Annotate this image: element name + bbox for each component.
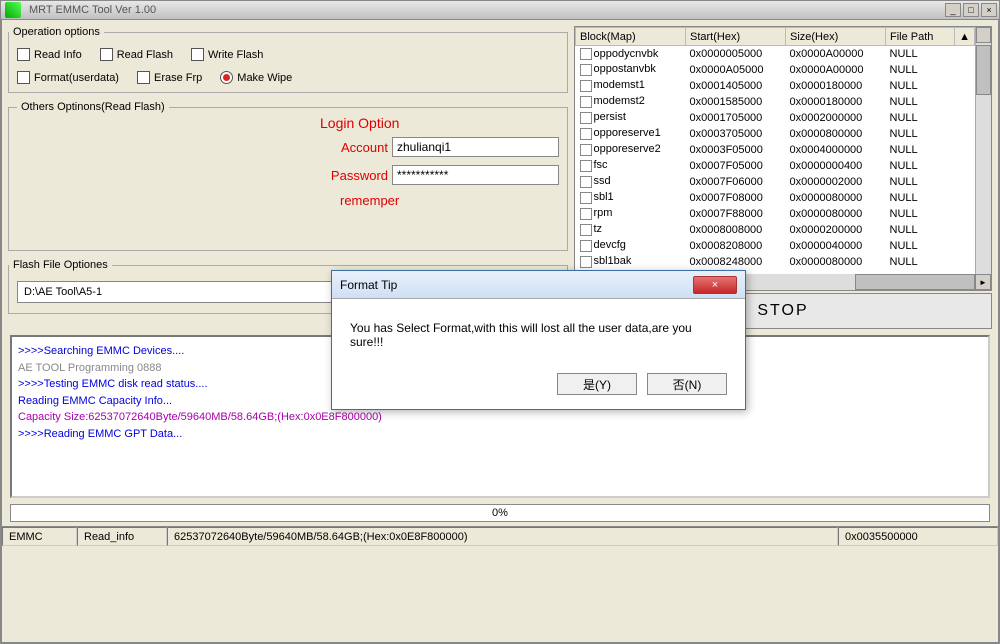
dialog-no-button[interactable]: 否(N)	[647, 373, 727, 395]
table-row[interactable]: sbl1bak0x00082480000x0000080000NULL	[576, 254, 975, 270]
row-checkbox[interactable]	[580, 256, 592, 268]
remember-label[interactable]: rememper	[340, 193, 399, 208]
others-options-legend: Others Optinons(Read Flash)	[17, 101, 169, 113]
hscroll-thumb[interactable]	[855, 274, 975, 290]
dialog-title: Format Tip	[340, 278, 693, 292]
col-path[interactable]: File Path	[886, 28, 955, 46]
read-flash-checkbox[interactable]: Read Flash	[100, 48, 173, 61]
table-row[interactable]: sbl10x0007F080000x0000080000NULL	[576, 190, 975, 206]
close-button[interactable]: ×	[981, 3, 997, 17]
window-title: MRT EMMC Tool Ver 1.00	[25, 4, 945, 16]
dialog-close-button[interactable]: ×	[693, 276, 737, 294]
password-label: Password	[320, 168, 392, 183]
dialog-titlebar[interactable]: Format Tip ×	[332, 271, 745, 299]
progress-text: 0%	[492, 507, 508, 519]
password-input[interactable]	[392, 165, 559, 185]
table-row[interactable]: oppostanvbk0x0000A050000x0000A00000NULL	[576, 62, 975, 78]
operation-options-legend: Operation options	[9, 26, 104, 38]
row-checkbox[interactable]	[580, 160, 592, 172]
dialog-yes-button[interactable]: 是(Y)	[557, 373, 637, 395]
minimize-button[interactable]: _	[945, 3, 961, 17]
account-label: Account	[320, 140, 392, 155]
row-checkbox[interactable]	[580, 240, 592, 252]
col-block[interactable]: Block(Map)	[576, 28, 686, 46]
partition-table: Block(Map) Start(Hex) Size(Hex) File Pat…	[574, 26, 992, 291]
table-row[interactable]: rpm0x0007F880000x0000080000NULL	[576, 206, 975, 222]
table-row[interactable]: fsc0x0007F050000x0000000400NULL	[576, 158, 975, 174]
table-row[interactable]: ssd0x0007F060000x0000002000NULL	[576, 174, 975, 190]
row-checkbox[interactable]	[580, 48, 592, 60]
write-flash-checkbox[interactable]: Write Flash	[191, 48, 263, 61]
format-dialog: Format Tip × You has Select Format,with …	[331, 270, 746, 410]
status-capacity: 62537072640Byte/59640MB/58.64GB;(Hex:0x0…	[167, 527, 838, 546]
table-row[interactable]: modemst20x00015850000x0000180000NULL	[576, 94, 975, 110]
scroll-right-button[interactable]: ►	[975, 274, 991, 290]
scroll-thumb[interactable]	[976, 45, 991, 95]
col-size[interactable]: Size(Hex)	[786, 28, 886, 46]
maximize-button[interactable]: □	[963, 3, 979, 17]
row-checkbox[interactable]	[580, 144, 592, 156]
status-hex: 0x0035500000	[838, 527, 998, 546]
scroll-up-button[interactable]	[976, 27, 991, 43]
erase-frp-checkbox[interactable]: Erase Frp	[137, 71, 202, 84]
make-wipe-radio[interactable]: Make Wipe	[220, 71, 292, 84]
progress-bar: 0%	[10, 504, 990, 522]
app-icon	[5, 2, 21, 18]
others-options-group: Others Optinons(Read Flash) Login Option…	[8, 101, 568, 251]
table-row[interactable]: tz0x00080080000x0000200000NULL	[576, 222, 975, 238]
row-checkbox[interactable]	[580, 64, 592, 76]
login-title: Login Option	[320, 115, 559, 131]
vertical-scrollbar[interactable]: ▼	[975, 27, 991, 290]
row-checkbox[interactable]	[580, 96, 592, 108]
table-row[interactable]: opporeserve10x00037050000x0000800000NULL	[576, 126, 975, 142]
row-checkbox[interactable]	[580, 224, 592, 236]
account-input[interactable]	[392, 137, 559, 157]
flash-file-legend: Flash File Optiones	[9, 259, 112, 271]
format-checkbox[interactable]: Format(userdata)	[17, 71, 119, 84]
row-checkbox[interactable]	[580, 192, 592, 204]
row-checkbox[interactable]	[580, 208, 592, 220]
table-row[interactable]: modemst10x00014050000x0000180000NULL	[576, 78, 975, 94]
col-start[interactable]: Start(Hex)	[686, 28, 786, 46]
titlebar: MRT EMMC Tool Ver 1.00 _ □ ×	[0, 0, 1000, 20]
status-mode: EMMC	[2, 527, 77, 546]
status-op: Read_info	[77, 527, 167, 546]
table-row[interactable]: opporeserve20x0003F050000x0004000000NULL	[576, 142, 975, 158]
operation-options-group: Operation options Read Info Read Flash W…	[8, 26, 568, 93]
row-checkbox[interactable]	[580, 80, 592, 92]
table-row[interactable]: devcfg0x00082080000x0000040000NULL	[576, 238, 975, 254]
table-row[interactable]: persist0x00017050000x0002000000NULL	[576, 110, 975, 126]
row-checkbox[interactable]	[580, 112, 592, 124]
login-panel: Login Option Account Password rememper	[312, 111, 567, 220]
read-info-checkbox[interactable]: Read Info	[17, 48, 82, 61]
statusbar: EMMC Read_info 62537072640Byte/59640MB/5…	[2, 526, 998, 546]
row-checkbox[interactable]	[580, 128, 592, 140]
col-scroll-up[interactable]: ▲	[955, 28, 975, 46]
row-checkbox[interactable]	[580, 176, 592, 188]
table-row[interactable]: oppodycnvbk0x00000050000x0000A00000NULL	[576, 46, 975, 62]
dialog-message: You has Select Format,with this will los…	[350, 321, 727, 349]
